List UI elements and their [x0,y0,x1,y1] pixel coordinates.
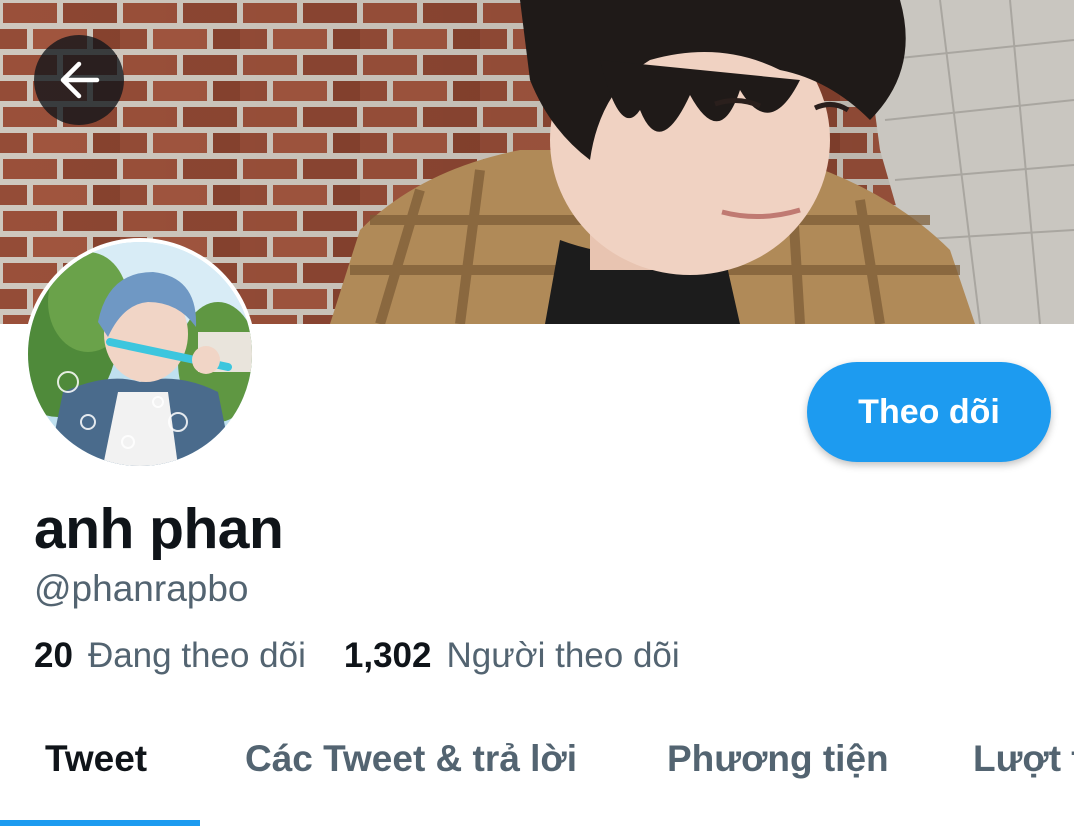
display-name: anh phan [34,497,284,561]
followers-stat[interactable]: 1,302 Người theo dõi [344,636,680,676]
following-count: 20 [34,636,73,675]
tab-tweets-and-replies[interactable]: Các Tweet & trả lời [245,738,577,780]
follow-stats: 20 Đang theo dõi 1,302 Người theo dõi [34,636,680,676]
avatar[interactable] [24,238,256,470]
tab-media[interactable]: Phương tiện [667,738,889,780]
back-button[interactable] [34,35,124,125]
followers-label: Người theo dõi [446,636,680,675]
user-handle: @phanrapbo [34,568,249,609]
tab-likes[interactable]: Lượt thích [973,738,1074,780]
active-tab-indicator [0,820,200,826]
avatar-image [28,242,252,466]
follow-button[interactable]: Theo dõi [807,362,1051,462]
following-label: Đang theo dõi [87,636,306,675]
following-stat[interactable]: 20 Đang theo dõi [34,636,306,676]
followers-count: 1,302 [343,636,432,675]
tab-tweets[interactable]: Tweet [45,738,147,780]
arrow-left-icon [60,61,100,99]
profile-tabs: Tweet Các Tweet & trả lời Phương tiện Lư… [0,690,1074,826]
